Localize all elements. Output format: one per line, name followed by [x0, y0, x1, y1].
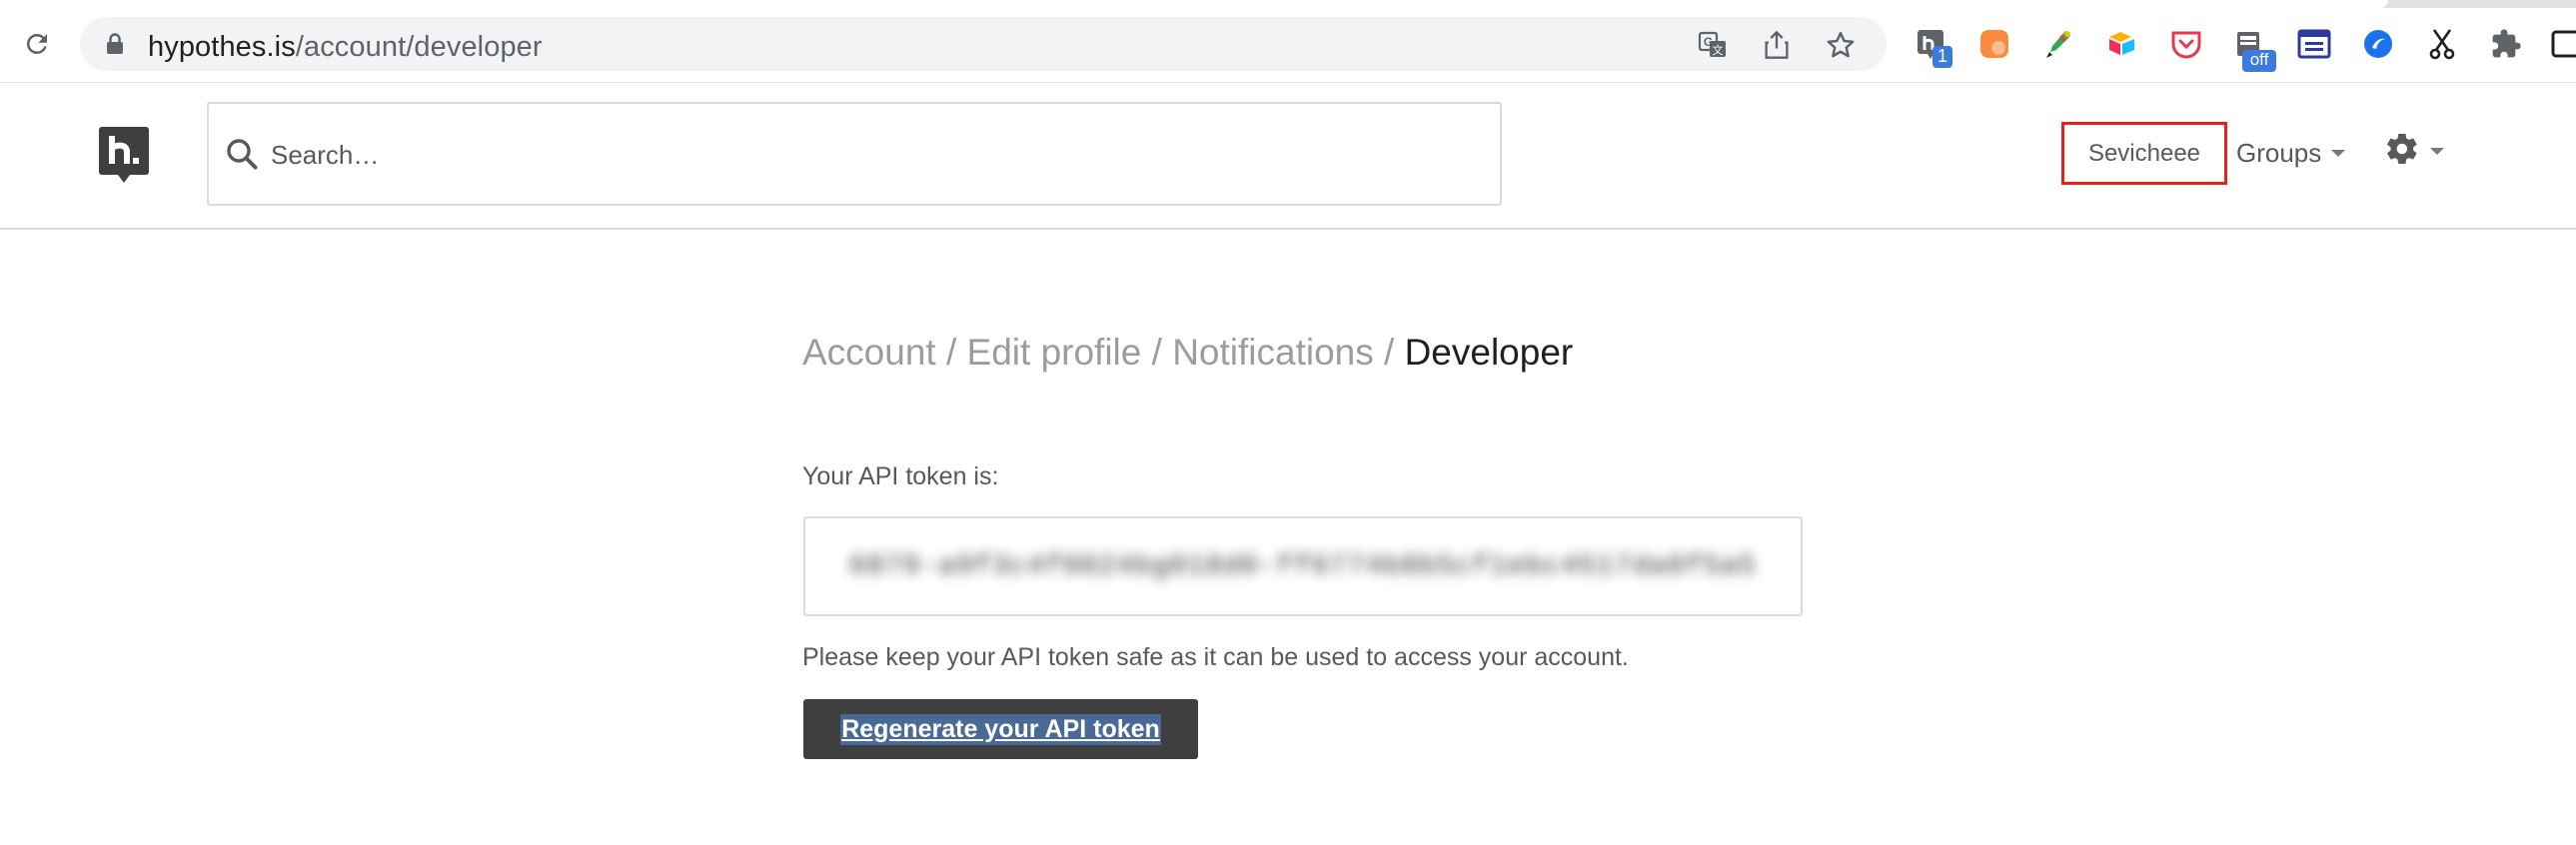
api-token-note: Please keep your API token safe as it ca… — [802, 643, 1629, 671]
window-extension-icon[interactable] — [2294, 24, 2334, 64]
chevron-down-icon — [2331, 150, 2346, 157]
bookmark-star-icon[interactable] — [1824, 28, 1858, 62]
breadcrumb-account-link[interactable]: Account — [802, 332, 936, 373]
breadcrumb-separator: / — [1151, 332, 1162, 373]
active-tab-edge — [0, 0, 2388, 8]
search-box[interactable] — [207, 102, 1502, 206]
gear-icon — [2384, 131, 2420, 172]
groups-dropdown[interactable]: Groups — [2236, 138, 2346, 169]
search-input[interactable] — [269, 128, 1472, 182]
breadcrumb-separator: / — [1384, 332, 1395, 373]
hypothesis-badge: 1 — [1932, 46, 1952, 68]
api-token-label: Your API token is: — [802, 462, 999, 490]
regenerate-token-label: Regenerate your API token — [840, 713, 1161, 745]
regenerate-token-button[interactable]: Regenerate your API token — [803, 699, 1198, 759]
breadcrumb-separator: / — [945, 332, 957, 373]
reload-icon[interactable] — [18, 25, 56, 63]
url-text[interactable]: hypothes.is/account/developer — [148, 31, 543, 64]
pocket-extension-icon[interactable] — [2166, 24, 2206, 64]
orange-extension-icon[interactable] — [1974, 24, 2014, 64]
lock-icon[interactable] — [106, 33, 124, 60]
globe-extension-icon[interactable] — [2358, 24, 2398, 64]
share-icon[interactable] — [1760, 28, 1794, 62]
groups-label: Groups — [2236, 138, 2322, 168]
scissors-icon[interactable] — [2422, 24, 2462, 64]
off-badge: off — [2242, 50, 2276, 72]
hypothesis-extension-icon[interactable]: 1 — [1911, 24, 1952, 68]
user-name: Sevicheee — [2087, 139, 2201, 167]
tab-strip — [0, 0, 2576, 8]
chevron-down-icon — [2430, 148, 2444, 155]
settings-dropdown[interactable] — [2384, 131, 2444, 172]
tab-extension-icon[interactable]: off — [2230, 24, 2276, 72]
breadcrumb: Account / Edit profile / Notifications /… — [802, 332, 1573, 374]
breadcrumb-notifications-link[interactable]: Notifications — [1172, 332, 1374, 373]
side-panel-icon[interactable] — [2550, 24, 2576, 64]
svg-text:文: 文 — [1713, 43, 1724, 57]
airtable-extension-icon[interactable] — [2102, 24, 2142, 64]
user-menu-link[interactable]: Sevicheee — [2061, 122, 2227, 185]
site-header: Sevicheee Groups — [0, 83, 2576, 230]
translate-icon[interactable]: G文 — [1696, 28, 1730, 62]
address-bar[interactable]: hypothes.is/account/developer G文 — [80, 17, 1887, 71]
hypothesis-logo-icon[interactable] — [99, 127, 149, 190]
browser-toolbar: hypothes.is/account/developer G文 1 off — [0, 8, 2576, 83]
search-icon — [225, 137, 259, 176]
api-token-field[interactable]: 6879-a9f3c4f0024bg018d0-ff6774b8b5cf1ebc… — [803, 516, 1803, 616]
breadcrumb-current: Developer — [1404, 332, 1574, 373]
api-token-value: 6879-a9f3c4f0024bg018d0-ff6774b8b5cf1ebc… — [849, 550, 1757, 582]
pen-extension-icon[interactable] — [2038, 24, 2078, 64]
puzzle-extensions-icon[interactable] — [2486, 24, 2526, 64]
breadcrumb-edit-profile-link[interactable]: Edit profile — [967, 332, 1142, 373]
